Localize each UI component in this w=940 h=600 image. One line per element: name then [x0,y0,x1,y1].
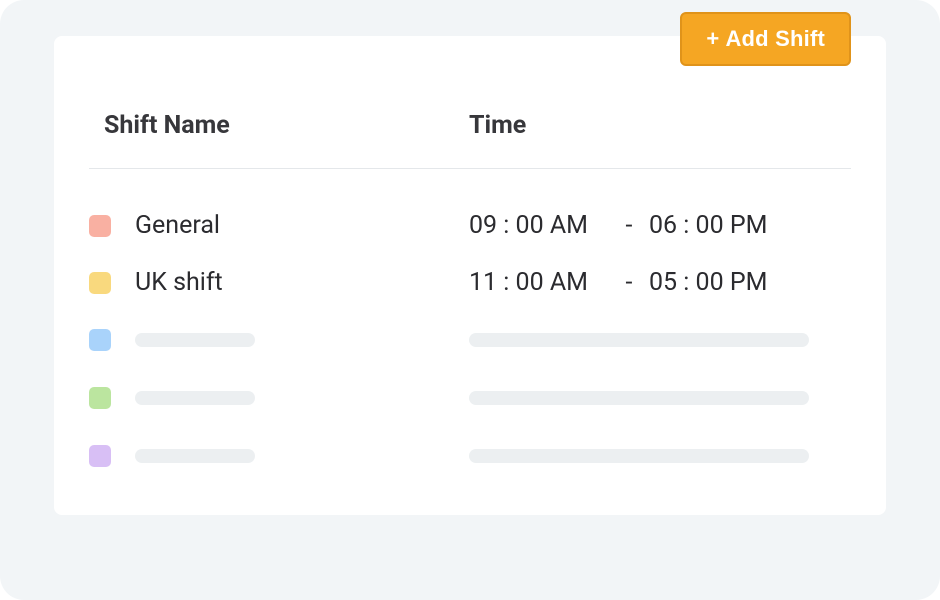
color-swatch [89,272,111,294]
shift-time-end: 06 : 00 PM [649,211,767,240]
col-header-time: Time [469,111,851,140]
shift-time: 09 : 00 AM - 06 : 00 PM [469,211,851,240]
table-row: UK shift 11 : 00 AM - 05 : 00 PM [89,254,851,311]
shifts-card: + Add Shift Shift Name Time General 09 :… [54,36,886,515]
skeleton-line [469,449,809,463]
table-body: General 09 : 00 AM - 06 : 00 PM UK shift… [89,169,851,485]
table-row: General 09 : 00 AM - 06 : 00 PM [89,197,851,254]
skeleton-line [469,391,809,405]
add-shift-button[interactable]: + Add Shift [680,12,851,66]
table-header: Shift Name Time [89,71,851,169]
skeleton-line [135,449,255,463]
color-swatch [89,329,111,351]
shift-time: 11 : 00 AM - 05 : 00 PM [469,268,851,297]
shift-time-separator: - [609,211,649,240]
skeleton-line [135,333,255,347]
color-swatch [89,387,111,409]
shift-name: General [135,211,220,240]
add-shift-label: Add Shift [725,26,825,52]
shift-time-start: 09 : 00 AM [469,211,609,240]
color-swatch [89,215,111,237]
table-row-placeholder [89,369,851,427]
shift-time-end: 05 : 00 PM [649,268,767,297]
skeleton-line [469,333,809,347]
col-header-name: Shift Name [89,111,469,140]
shift-time-start: 11 : 00 AM [469,268,609,297]
shift-time-separator: - [609,268,649,297]
table-row-placeholder [89,311,851,369]
page-frame: + Add Shift Shift Name Time General 09 :… [0,0,940,600]
skeleton-line [135,391,255,405]
plus-icon: + [706,26,719,52]
table-row-placeholder [89,427,851,485]
shift-name: UK shift [135,268,223,297]
color-swatch [89,445,111,467]
